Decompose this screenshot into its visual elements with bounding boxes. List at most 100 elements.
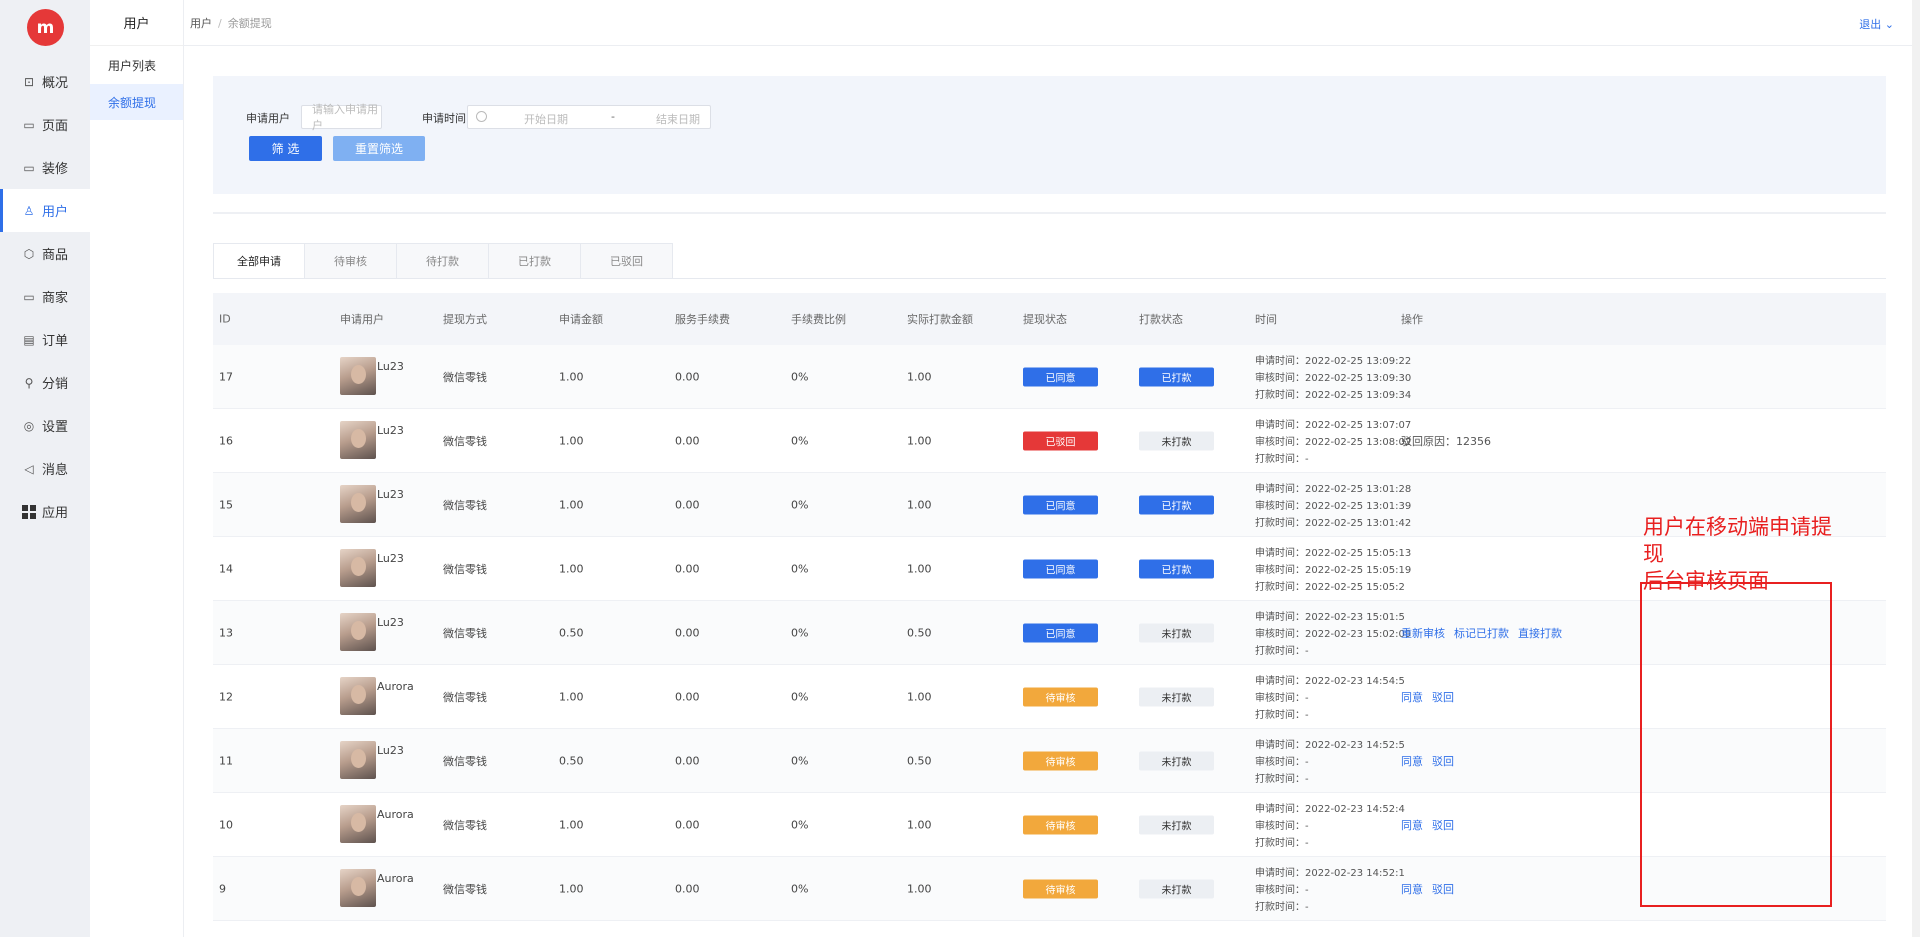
fee-ratio: 0% (791, 562, 809, 575)
action-link[interactable]: 同意 (1401, 755, 1423, 768)
time-line: 审核时间：- (1255, 821, 1309, 832)
action-link[interactable]: 驳回 (1432, 883, 1454, 896)
nav-item-user[interactable]: ♙ 用户 (0, 189, 90, 232)
table-row: 11 Lu23 微信零钱 0.50 0.00 0% 0.50 待审核 未打款 申请时间：2022-… (213, 729, 1886, 793)
nav-item-apps[interactable]: 应用 (0, 490, 90, 533)
filter-button[interactable]: 筛 选 (249, 136, 322, 161)
user-avatar (340, 805, 376, 843)
apply-amount: 1.00 (559, 498, 584, 511)
logout-button[interactable]: 退出 ⌄ (1859, 16, 1894, 32)
user-avatar (340, 613, 376, 651)
table-row: 14 Lu23 微信零钱 1.00 0.00 0% 1.00 已同意 已打款 申请时间：2022-… (213, 537, 1886, 601)
tab-0[interactable]: 全部申请 (213, 243, 305, 279)
withdraw-status-badge: 已驳回 (1023, 431, 1098, 450)
table-row: 13 Lu23 微信零钱 0.50 0.00 0% 0.50 已同意 未打款 申请时间：2022-… (213, 601, 1886, 665)
nav-item-distribution[interactable]: ⚲ 分销 (0, 361, 90, 404)
user-name[interactable]: Lu23 (377, 424, 404, 437)
row-id: 13 (219, 626, 233, 639)
user-name[interactable]: Lu23 (377, 552, 404, 565)
time-info: 申请时间：2022-02-25 13:01:28 审核时间：2022-02-25 … (1255, 481, 1411, 532)
sub-item-user-list[interactable]: 用户列表 (90, 47, 183, 83)
end-date-input[interactable]: 结束日期 (656, 111, 700, 127)
time-info: 申请时间：2022-02-23 15:01:5 审核时间：2022-02-23 1… (1255, 609, 1411, 660)
page-scrollbar[interactable] (1912, 0, 1920, 937)
action-link[interactable]: 驳回 (1432, 819, 1454, 832)
withdraw-status-badge: 待审核 (1023, 815, 1098, 834)
tab-4[interactable]: 已驳回 (581, 243, 673, 279)
actual-amount: 1.00 (907, 498, 932, 511)
action-link[interactable]: 同意 (1401, 883, 1423, 896)
fee-ratio: 0% (791, 818, 809, 831)
action-link[interactable]: 直接打款 (1518, 627, 1562, 640)
action-link[interactable]: 驳回 (1432, 691, 1454, 704)
time-line: 审核时间：2022-02-23 15:02:09 (1255, 629, 1412, 640)
time-line: 打款时间：- (1255, 646, 1309, 657)
time-info: 申请时间：2022-02-25 15:05:13 审核时间：2022-02-25 … (1255, 545, 1411, 596)
withdraw-method: 微信零钱 (443, 882, 487, 896)
nav-item-page[interactable]: ▭ 页面 (0, 103, 90, 146)
user-name[interactable]: Aurora (377, 808, 414, 821)
tab-1[interactable]: 待审核 (305, 243, 397, 279)
action-link[interactable]: 驳回 (1432, 755, 1454, 768)
store-icon: ▭ (23, 289, 35, 304)
time-info: 申请时间：2022-02-25 13:07:07 审核时间：2022-02-25 … (1255, 417, 1411, 468)
time-line: 申请时间：2022-02-25 15:05:13 (1255, 548, 1412, 559)
user-name[interactable]: Lu23 (377, 616, 404, 629)
nav-item-goods[interactable]: ⬡ 商品 (0, 232, 90, 275)
pay-status-badge: 已打款 (1139, 495, 1214, 514)
tab-2[interactable]: 待打款 (397, 243, 489, 279)
user-name[interactable]: Lu23 (377, 488, 404, 501)
date-range-picker[interactable]: 开始日期 - 结束日期 (467, 105, 711, 129)
fee-ratio: 0% (791, 370, 809, 383)
nav-item-label: 订单 (42, 334, 69, 349)
pay-status-badge: 未打款 (1139, 687, 1214, 706)
action-link[interactable]: 重新审核 (1401, 627, 1445, 640)
nav-item-settings[interactable]: ◎ 设置 (0, 404, 90, 447)
breadcrumb-separator: / (218, 17, 222, 30)
time-line: 申请时间：2022-02-25 13:01:28 (1255, 484, 1412, 495)
time-info: 申请时间：2022-02-23 14:54:5 审核时间：- 打款时间：- (1255, 673, 1405, 724)
distribution-icon: ⚲ (24, 375, 34, 390)
goods-icon: ⬡ (23, 246, 35, 261)
withdraw-method: 微信零钱 (443, 754, 487, 768)
table-header: ID 申请用户 提现方式 申请金额 服务手续费 手续费比例 实际打款金额 提现状态 打款状态 时间… (213, 293, 1886, 345)
nav-item-label: 设置 (42, 420, 69, 435)
sub-item-withdrawal[interactable]: 余额提现 (90, 84, 183, 120)
nav-item-store[interactable]: ▭ 商家 (0, 275, 90, 318)
nav-item-chart[interactable]: ⊡ 概况 (0, 60, 90, 103)
tab-3[interactable]: 已打款 (489, 243, 581, 279)
withdraw-status-badge: 已同意 (1023, 623, 1098, 642)
user-name[interactable]: Lu23 (377, 360, 404, 373)
row-actions: 重新审核 标记已打款 直接打款 (1401, 625, 1571, 641)
service-fee: 0.00 (675, 818, 700, 831)
action-link[interactable]: 同意 (1401, 819, 1423, 832)
breadcrumb-current: 余额提现 (227, 17, 272, 30)
user-name[interactable]: Aurora (377, 680, 414, 693)
pay-status-badge: 未打款 (1139, 623, 1214, 642)
time-line: 打款时间：- (1255, 710, 1309, 721)
nav-item-order[interactable]: ▤ 订单 (0, 318, 90, 361)
reject-reason: 驳回原因：12356 (1401, 434, 1491, 448)
withdraw-method: 微信零钱 (443, 626, 487, 640)
action-link[interactable]: 标记已打款 (1454, 627, 1509, 640)
breadcrumb-parent[interactable]: 用户 (190, 17, 212, 30)
user-avatar (340, 421, 376, 459)
nav-item-message[interactable]: ◁ 消息 (0, 447, 90, 490)
time-line: 申请时间：2022-02-23 15:01:5 (1255, 612, 1405, 623)
nav-item-decorate[interactable]: ▭ 装修 (0, 146, 90, 189)
service-fee: 0.00 (675, 754, 700, 767)
user-name[interactable]: Lu23 (377, 744, 404, 757)
time-line: 打款时间：- (1255, 774, 1309, 785)
action-link[interactable]: 同意 (1401, 691, 1423, 704)
applicant-input[interactable]: 请输入申请用户 (301, 103, 382, 132)
pay-status-badge: 已打款 (1139, 367, 1214, 386)
user-name[interactable]: Aurora (377, 872, 414, 885)
apply-amount: 0.50 (559, 626, 584, 639)
logo[interactable]: m (27, 9, 64, 46)
withdraw-status-badge: 待审核 (1023, 879, 1098, 898)
start-date-input[interactable]: 开始日期 (524, 111, 568, 127)
reset-filter-button[interactable]: 重置筛选 (333, 136, 425, 161)
nav-item-label: 页面 (42, 119, 69, 134)
annotation-line-2: 后台审核页面 (1643, 569, 1769, 593)
withdraw-status-badge: 已同意 (1023, 367, 1098, 386)
